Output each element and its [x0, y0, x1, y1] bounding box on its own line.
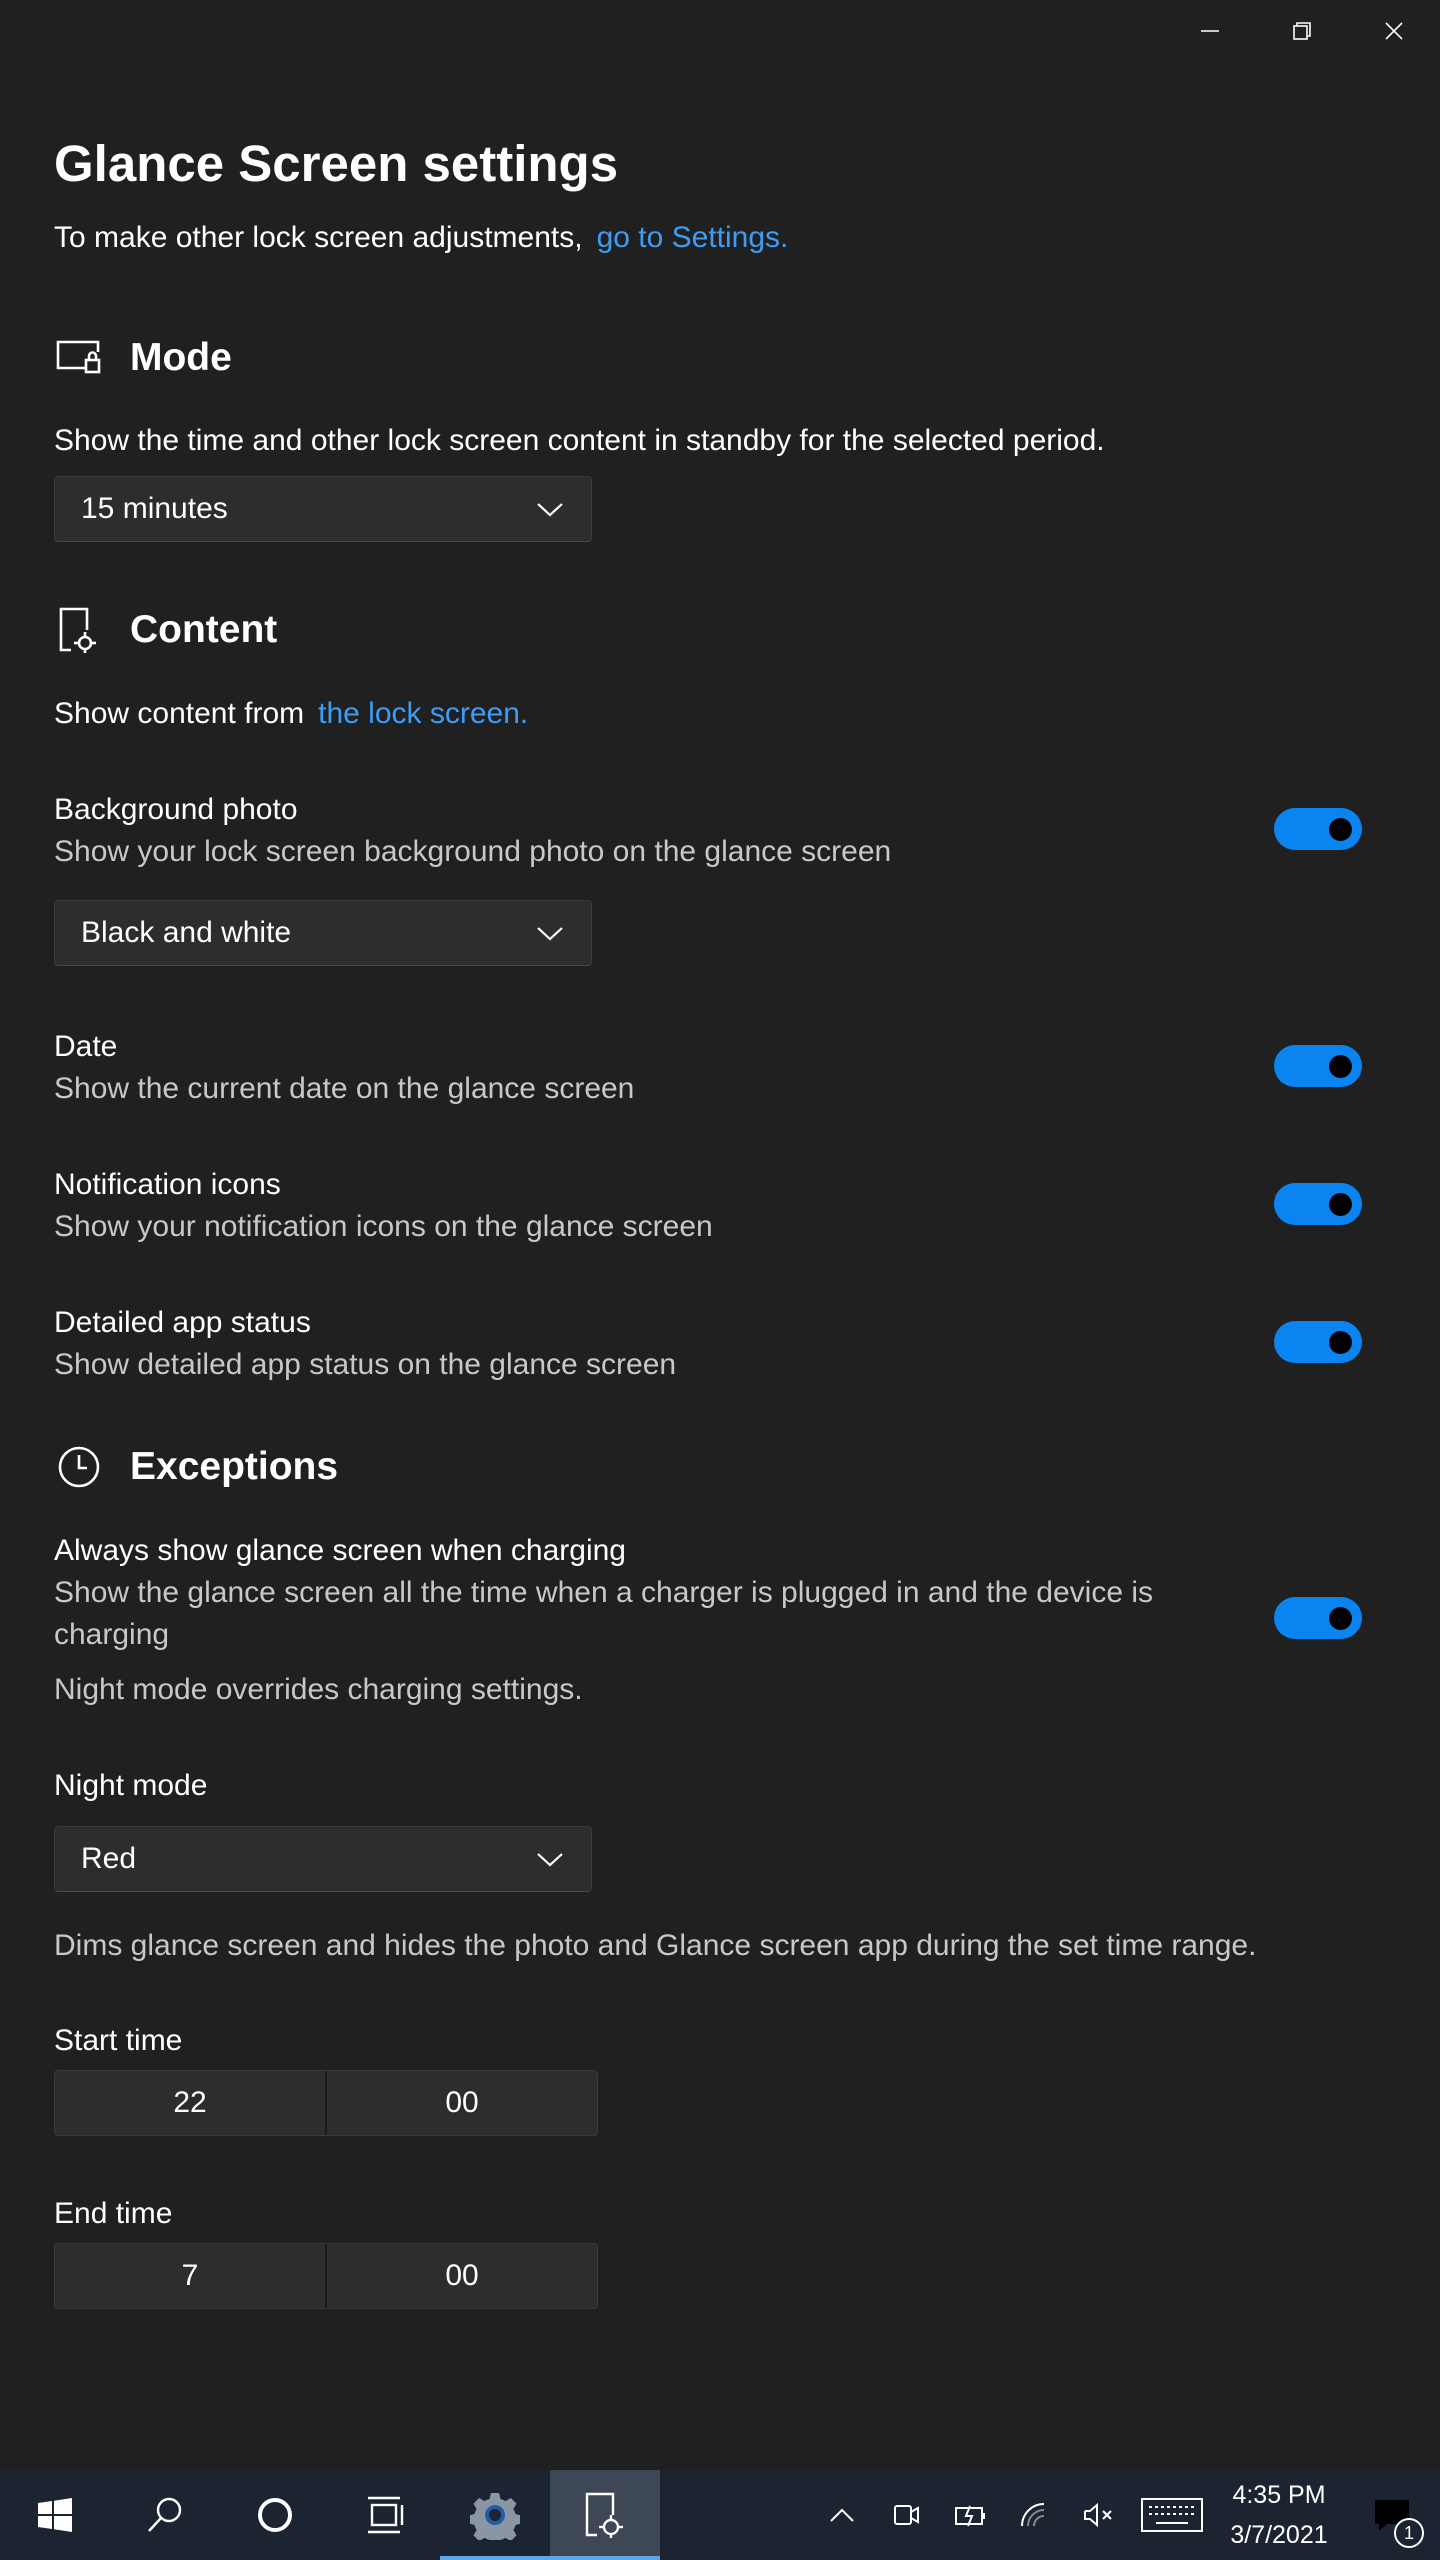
charging-description-line1: Show the glance screen all the time when…: [54, 1576, 1153, 1609]
toggle-knob: [1329, 818, 1352, 841]
touch-keyboard-button[interactable]: [1130, 2470, 1214, 2560]
network-button[interactable]: [1002, 2470, 1066, 2560]
background-photo-description: Show your lock screen background photo o…: [54, 835, 892, 868]
content-heading: Content: [130, 608, 278, 651]
date-label: Date: [54, 1030, 118, 1063]
close-button[interactable]: [1348, 0, 1440, 62]
toggle-knob: [1329, 1607, 1352, 1630]
content-section-header: Content: [54, 600, 277, 660]
show-hidden-icons-button[interactable]: [810, 2470, 874, 2560]
close-icon: [1385, 22, 1403, 40]
detailed-app-status-toggle[interactable]: [1274, 1321, 1362, 1363]
clock-icon: [54, 1442, 104, 1492]
task-view-button[interactable]: [330, 2470, 440, 2560]
chevron-down-icon: [537, 1853, 563, 1867]
notification-count-badge: 1: [1394, 2518, 1424, 2548]
touch-keyboard-icon: [1141, 2498, 1203, 2532]
start-time-picker[interactable]: 22 00: [54, 2070, 598, 2136]
minimize-button[interactable]: [1164, 0, 1256, 62]
meet-now-button[interactable]: [874, 2470, 938, 2560]
end-time-hour[interactable]: 7: [55, 2244, 325, 2308]
mode-description: Show the time and other lock screen cont…: [54, 424, 1105, 457]
taskbar-date: 3/7/2021: [1230, 2521, 1328, 2549]
device-settings-icon: [585, 2492, 623, 2538]
taskbar-settings-app[interactable]: [440, 2470, 550, 2560]
intro-text: To make other lock screen adjustments,: [54, 221, 583, 254]
night-mode-value: Red: [81, 1842, 137, 1875]
intro-line: To make other lock screen adjustments, go…: [54, 216, 788, 260]
mode-heading: Mode: [130, 336, 232, 379]
end-time-minute[interactable]: 00: [325, 2244, 597, 2308]
lock-screen-icon: [54, 333, 104, 383]
system-tray: 4:35 PM 3/7/2021 1: [810, 2470, 1440, 2560]
detailed-app-status-description: Show detailed app status on the glance s…: [54, 1348, 677, 1381]
background-style-value: Black and white: [81, 916, 292, 949]
battery-button[interactable]: [938, 2470, 1002, 2560]
date-description: Show the current date on the glance scre…: [54, 1072, 635, 1105]
taskbar-time: 4:35 PM: [1232, 2481, 1326, 2509]
start-time-hour[interactable]: 22: [55, 2071, 325, 2135]
end-time-label: End time: [54, 2197, 173, 2230]
notification-icons-label: Notification icons: [54, 1168, 281, 1201]
taskbar-glance-settings-app[interactable]: [550, 2470, 660, 2560]
detailed-app-status-label: Detailed app status: [54, 1306, 311, 1339]
notification-icons-description: Show your notification icons on the glan…: [54, 1210, 713, 1243]
wifi-icon: [1021, 2503, 1045, 2527]
mode-timeout-value: 15 minutes: [81, 492, 228, 525]
page-title: Glance Screen settings: [54, 135, 619, 192]
toggle-knob: [1329, 1055, 1352, 1078]
minimize-icon: [1201, 30, 1219, 32]
device-settings-icon: [54, 605, 104, 655]
settings-gear-icon: [470, 2493, 520, 2540]
chevron-up-icon: [830, 2508, 854, 2522]
background-photo-toggle[interactable]: [1274, 808, 1362, 850]
exceptions-section-header: Exceptions: [54, 1437, 338, 1497]
cortana-button[interactable]: [220, 2470, 330, 2560]
end-time-picker[interactable]: 7 00: [54, 2243, 598, 2309]
glance-settings-window: Glance Screen settings To make other loc…: [0, 0, 1440, 2470]
cortana-icon: [258, 2498, 292, 2532]
notification-icons-toggle[interactable]: [1274, 1183, 1362, 1225]
background-style-dropdown[interactable]: Black and white: [54, 900, 592, 966]
chevron-down-icon: [537, 927, 563, 941]
restore-icon: [1293, 22, 1311, 40]
charging-description-line2: charging: [54, 1618, 170, 1651]
charging-label: Always show glance screen when charging: [54, 1534, 626, 1567]
charging-toggle[interactable]: [1274, 1597, 1362, 1639]
exceptions-heading: Exceptions: [130, 1445, 339, 1488]
night-mode-description: Dims glance screen and hides the photo a…: [54, 1929, 1257, 1962]
night-mode-label: Night mode: [54, 1769, 208, 1802]
night-mode-dropdown[interactable]: Red: [54, 1826, 592, 1892]
search-button[interactable]: [110, 2470, 220, 2560]
meet-now-icon: [894, 2505, 919, 2525]
night-mode-override-note: Night mode overrides charging settings.: [54, 1673, 583, 1706]
restore-button[interactable]: [1256, 0, 1348, 62]
chevron-down-icon: [537, 503, 563, 517]
search-icon: [148, 2497, 182, 2532]
date-toggle[interactable]: [1274, 1045, 1362, 1087]
mode-timeout-dropdown[interactable]: 15 minutes: [54, 476, 592, 542]
start-time-minute[interactable]: 00: [325, 2071, 597, 2135]
content-source-text: Show content from: [54, 697, 305, 730]
start-button[interactable]: [0, 2470, 110, 2560]
toggle-knob: [1329, 1193, 1352, 1216]
volume-muted-icon: [1084, 2502, 1112, 2528]
taskbar-clock[interactable]: 4:35 PM 3/7/2021: [1214, 2475, 1344, 2555]
caption-buttons: [1164, 0, 1440, 62]
content-source-line: Show content from the lock screen.: [54, 693, 528, 735]
volume-button[interactable]: [1066, 2470, 1130, 2560]
toggle-knob: [1329, 1331, 1352, 1354]
action-center-button[interactable]: 1: [1344, 2470, 1440, 2560]
lock-screen-link[interactable]: the lock screen.: [318, 697, 528, 730]
mode-section-header: Mode: [54, 328, 232, 388]
battery-charging-icon: [955, 2505, 985, 2527]
go-to-settings-link[interactable]: go to Settings.: [597, 221, 789, 254]
taskbar: 4:35 PM 3/7/2021 1: [0, 2470, 1440, 2560]
background-photo-label: Background photo: [54, 793, 298, 826]
windows-start-icon: [38, 2498, 72, 2532]
task-view-icon: [368, 2496, 404, 2534]
start-time-label: Start time: [54, 2024, 183, 2057]
